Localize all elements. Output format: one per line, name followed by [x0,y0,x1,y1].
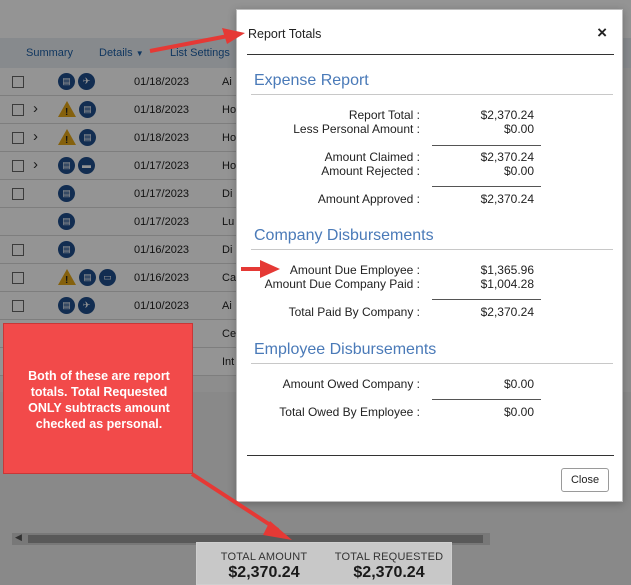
report-totals-footer-highlight: TOTAL AMOUNT $2,370.24 TOTAL REQUESTED $… [196,542,452,585]
owed-company-label: Amount Owed Company : [282,377,420,391]
sum-line [432,299,541,300]
total-requested-block: TOTAL REQUESTED $2,370.24 [331,551,447,582]
owed-company-value: $0.00 [503,377,534,391]
footer-divider [247,455,614,456]
owed-by-employee-label: Total Owed By Employee : [279,405,420,419]
close-icon[interactable]: × [597,23,607,43]
amount-approved-value: $2,370.24 [480,192,534,206]
report-totals-dialog: Report Totals × Expense Report Report To… [236,9,623,502]
total-amount-value: $2,370.24 [228,564,300,581]
sum-line [432,145,541,146]
total-amount-block: TOTAL AMOUNT $2,370.24 [209,551,319,582]
total-paid-label: Total Paid By Company : [288,305,420,319]
report-total-value: $2,370.24 [480,108,534,122]
section-divider [251,249,613,250]
total-paid-value: $2,370.24 [480,305,534,319]
section-title-company-disbursements: Company Disbursements [254,227,434,244]
total-requested-label: TOTAL REQUESTED [334,551,444,563]
section-divider [251,363,613,364]
report-total-label: Report Total : [348,108,420,122]
total-requested-value: $2,370.24 [353,564,425,581]
due-company-paid-value: $1,004.28 [480,277,534,291]
owed-by-employee-value: $0.00 [503,405,534,419]
due-employee-label: Amount Due Employee : [289,263,420,277]
less-personal-value: $0.00 [503,122,534,136]
sum-line [432,399,541,400]
amount-claimed-label: Amount Claimed : [324,150,420,164]
due-company-paid-label: Amount Due Company Paid : [264,277,420,291]
header-divider [247,54,614,55]
annotation-callout: Both of these are report totals. Total R… [3,323,193,474]
amount-approved-label: Amount Approved : [317,192,420,206]
section-divider [251,94,613,95]
dialog-title: Report Totals [248,27,322,41]
due-employee-value: $1,365.96 [480,263,534,277]
callout-text: Both of these are report totals. Total R… [28,369,170,431]
amount-claimed-value: $2,370.24 [480,150,534,164]
amount-rejected-value: $0.00 [503,164,534,178]
section-title-expense-report: Expense Report [254,72,369,89]
total-amount-label: TOTAL AMOUNT [220,551,308,563]
sum-line [432,186,541,187]
amount-rejected-label: Amount Rejected : [321,164,420,178]
close-button[interactable]: Close [561,468,609,492]
section-title-employee-disbursements: Employee Disbursements [254,341,437,358]
less-personal-label: Less Personal Amount : [293,122,420,136]
